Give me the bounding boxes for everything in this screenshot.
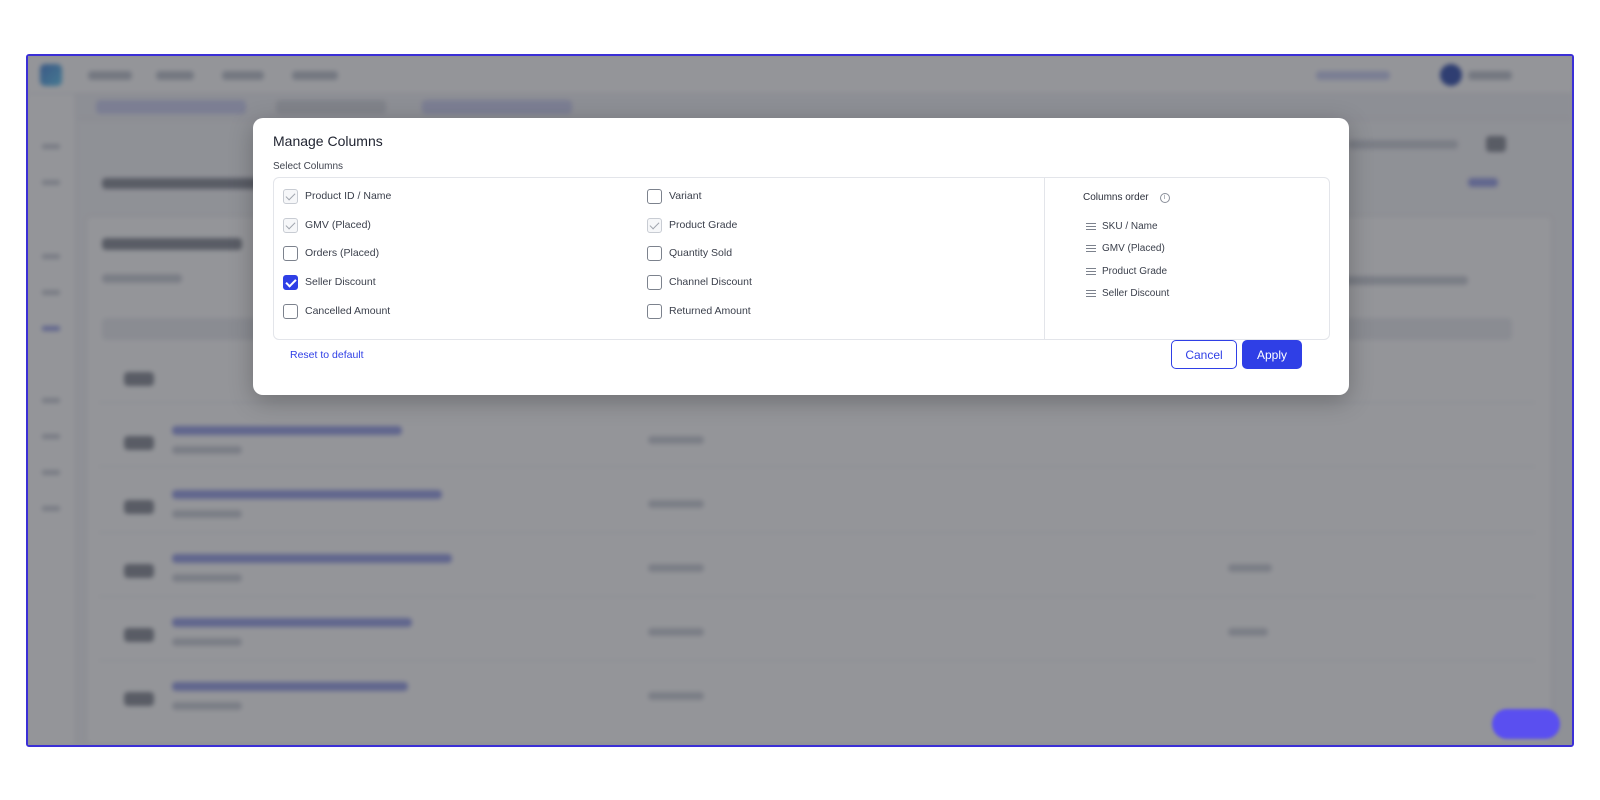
checkbox-locked-icon [647,217,662,233]
cancel-button[interactable]: Cancel [1171,340,1237,369]
checkbox-icon [647,303,662,319]
column-option-label: Product ID / Name [305,190,392,202]
manage-columns-dialog: Manage Columns Select Columns Product ID… [253,118,1349,395]
checkbox-icon [283,245,298,261]
checkbox-locked-icon [283,188,298,204]
column-option-label: GMV (Placed) [305,219,371,231]
column-option-label: Product Grade [669,219,738,231]
column-option-orders-placed[interactable]: Orders (Placed) [283,245,379,261]
column-option-label: Variant [669,190,702,202]
drag-handle-icon[interactable] [1086,288,1096,299]
checkbox-icon [283,303,298,319]
column-option-quantity-sold[interactable]: Quantity Sold [647,245,732,261]
column-order-item[interactable]: Seller Discount [1086,288,1169,299]
column-order-item[interactable]: SKU / Name [1086,221,1158,232]
columns-order-label: Columns order [1083,192,1149,203]
columns-order-title: Columns order i [1083,192,1170,203]
checkbox-icon [647,245,662,261]
column-order-item[interactable]: GMV (Placed) [1086,243,1165,254]
drag-handle-icon[interactable] [1086,266,1096,277]
column-option-gmv-placed[interactable]: GMV (Placed) [283,217,371,233]
column-option-seller-discount[interactable]: Seller Discount [283,274,376,290]
column-option-label: Orders (Placed) [305,247,380,259]
column-option-label: Seller Discount [305,276,376,288]
column-option-cancelled-amount[interactable]: Cancelled Amount [283,303,390,319]
reset-to-default-link[interactable]: Reset to default [290,349,364,361]
checkbox-icon [647,274,662,290]
column-option-variant[interactable]: Variant [647,188,702,204]
checkbox-icon [647,188,662,204]
dialog-subtitle: Select Columns [273,161,344,172]
dialog-title: Manage Columns [273,133,383,149]
apply-button[interactable]: Apply [1242,340,1302,369]
column-option-label: Quantity Sold [669,247,733,259]
drag-handle-icon[interactable] [1086,221,1096,232]
checkbox-checked-icon [283,274,298,290]
column-order-label: Seller Discount [1102,288,1170,299]
checkbox-locked-icon [283,217,298,233]
panel-divider [1044,178,1045,339]
column-option-returned-amount[interactable]: Returned Amount [647,303,751,319]
column-option-channel-discount[interactable]: Channel Discount [647,274,752,290]
column-option-label: Returned Amount [669,305,751,317]
help-button[interactable] [1492,709,1560,739]
info-icon[interactable]: i [1159,192,1170,203]
column-order-item[interactable]: Product Grade [1086,266,1167,277]
column-order-label: SKU / Name [1102,221,1158,232]
column-option-label: Cancelled Amount [305,305,391,317]
column-order-label: GMV (Placed) [1102,243,1165,254]
column-option-product-grade[interactable]: Product Grade [647,217,737,233]
column-option-label: Channel Discount [669,276,752,288]
drag-handle-icon[interactable] [1086,243,1096,254]
columns-panel: Product ID / Name Variant GMV (Placed) P… [273,177,1330,340]
column-option-product-id-name[interactable]: Product ID / Name [283,188,391,204]
column-order-label: Product Grade [1102,266,1168,277]
